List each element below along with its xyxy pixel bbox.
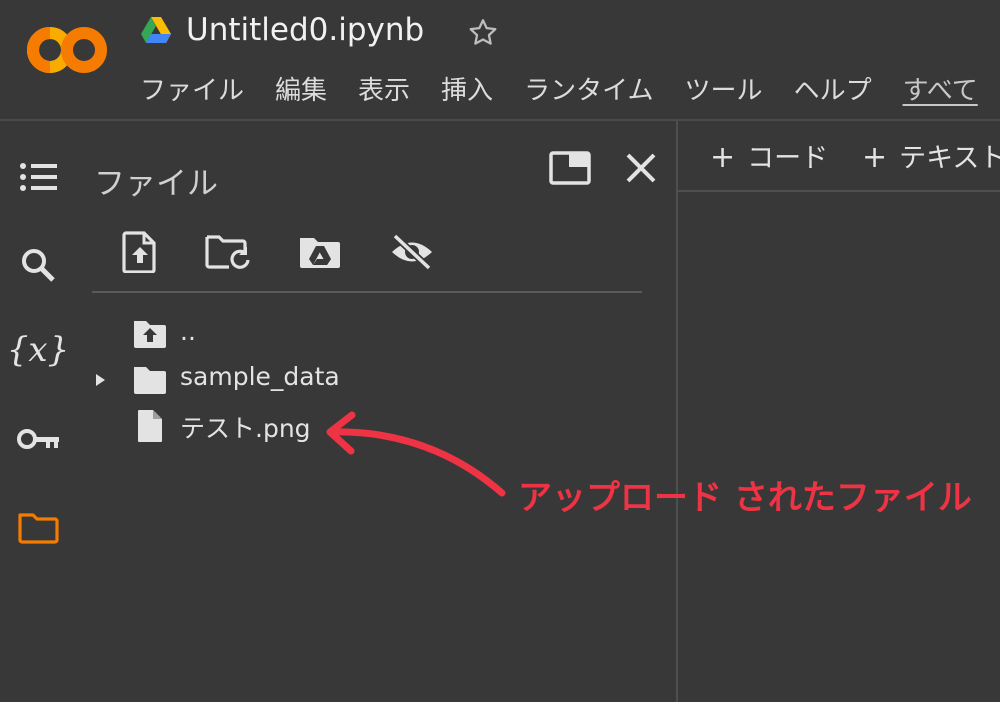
refresh-folder-icon xyxy=(205,235,250,269)
folder-icon xyxy=(18,513,59,544)
close-panel-button[interactable] xyxy=(617,144,665,192)
google-drive-icon[interactable] xyxy=(140,16,172,44)
add-text-button[interactable]: + テキスト xyxy=(862,136,1000,175)
notebook-title[interactable]: Untitled0.ipynb xyxy=(186,12,424,48)
plus-icon: + xyxy=(710,140,736,175)
menu-file[interactable]: ファイル xyxy=(140,72,244,112)
add-text-label: テキスト xyxy=(899,143,1000,174)
tree-row-label: テスト.png xyxy=(180,414,311,443)
folder-icon xyxy=(134,367,166,394)
upload-file-button[interactable] xyxy=(116,228,164,276)
menu-edit[interactable]: 編集 xyxy=(275,72,327,112)
tree-row-label: .. xyxy=(180,317,196,346)
upload-file-icon xyxy=(122,231,156,273)
open-in-tab-button[interactable] xyxy=(546,144,594,192)
parent-folder-icon xyxy=(134,321,166,348)
search-icon xyxy=(22,249,55,282)
variables-icon: {x} xyxy=(6,330,70,370)
editor-toolbar-divider xyxy=(678,190,1000,192)
close-icon xyxy=(626,153,656,183)
add-code-button[interactable]: + コード xyxy=(710,136,828,175)
menu-runtime[interactable]: ランタイム xyxy=(524,72,653,112)
menu-view[interactable]: 表示 xyxy=(358,72,410,112)
toc-button[interactable] xyxy=(14,153,62,201)
search-button[interactable] xyxy=(14,241,62,289)
menu-bar: ファイル 編集 表示 挿入 ランタイム ツール ヘルプ すべて xyxy=(140,72,1000,112)
add-code-label: コード xyxy=(747,143,829,174)
files-button[interactable] xyxy=(14,503,62,551)
all-changes-saved-link[interactable]: すべて xyxy=(903,72,978,112)
variables-button[interactable]: {x} xyxy=(7,326,69,374)
menu-tools[interactable]: ツール xyxy=(685,72,763,112)
plus-icon: + xyxy=(862,140,888,175)
tree-row-sample-data[interactable]: sample_data xyxy=(90,360,640,400)
colab-logo[interactable] xyxy=(26,26,108,74)
mount-drive-icon xyxy=(300,238,340,268)
hide-files-button[interactable] xyxy=(388,228,436,276)
tree-row-parent[interactable]: .. xyxy=(90,315,640,355)
mount-drive-button[interactable] xyxy=(296,228,344,276)
key-icon xyxy=(17,429,59,449)
annotation-arrow xyxy=(326,411,506,497)
star-icon[interactable] xyxy=(466,16,500,50)
toolbar-divider xyxy=(92,291,642,293)
left-rail: {x} xyxy=(0,121,78,702)
hide-files-icon xyxy=(392,233,432,271)
header-divider xyxy=(0,119,1000,121)
window-icon xyxy=(549,151,591,185)
header-bar: Untitled0.ipynb ファイル 編集 表示 挿入 ランタイム ツール … xyxy=(0,0,1000,119)
files-panel-title: ファイル xyxy=(94,166,218,202)
secrets-button[interactable] xyxy=(14,415,62,463)
menu-insert[interactable]: 挿入 xyxy=(441,72,493,112)
refresh-button[interactable] xyxy=(204,228,252,276)
toc-icon xyxy=(20,163,57,191)
expand-arrow-icon[interactable] xyxy=(96,374,105,386)
annotation-label: アップロード されたファイル xyxy=(518,478,972,518)
file-icon xyxy=(138,410,162,442)
menu-help[interactable]: ヘルプ xyxy=(794,72,872,112)
tree-row-label: sample_data xyxy=(180,362,340,391)
panel-splitter[interactable] xyxy=(676,121,678,702)
